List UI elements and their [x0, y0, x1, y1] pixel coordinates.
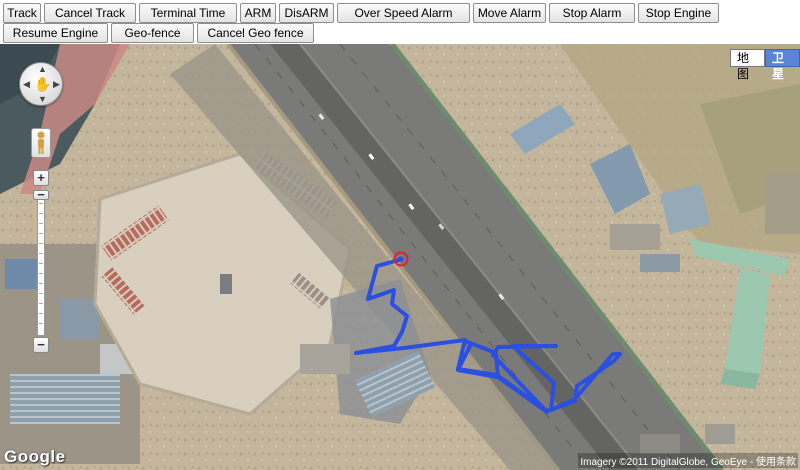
street-view-pegman-icon[interactable]	[31, 128, 51, 158]
track-button[interactable]: Track	[3, 3, 41, 23]
terminal-time-button[interactable]: Terminal Time	[139, 3, 237, 23]
map-type-map-button[interactable]: 地图	[730, 49, 765, 81]
pan-control[interactable]: ▲ ▼ ◀ ▶ ✋	[19, 62, 63, 106]
disarm-button[interactable]: DisARM	[279, 3, 334, 23]
command-toolbar: Track Cancel Track Terminal Time ARM Dis…	[0, 0, 800, 44]
move-alarm-button[interactable]: Move Alarm	[473, 3, 546, 23]
google-logo[interactable]: Google	[4, 447, 66, 467]
plus-icon: +	[37, 170, 45, 185]
geo-fence-button[interactable]: Geo-fence	[111, 23, 194, 43]
pan-up-icon[interactable]: ▲	[38, 65, 47, 74]
over-speed-alarm-button[interactable]: Over Speed Alarm	[337, 3, 470, 23]
stop-engine-button[interactable]: Stop Engine	[638, 3, 719, 23]
pan-right-icon[interactable]: ▶	[53, 80, 60, 89]
gps-track	[354, 251, 622, 414]
zoom-slider-track[interactable]	[37, 192, 45, 336]
imagery-attribution[interactable]: Imagery ©2011 DigitalGlobe, GeoEye - 使用条…	[578, 453, 798, 468]
stop-alarm-button[interactable]: Stop Alarm	[549, 3, 635, 23]
zoom-in-button[interactable]: +	[33, 170, 49, 186]
resume-engine-button[interactable]: Resume Engine	[3, 23, 108, 43]
hand-icon: ✋	[34, 76, 52, 92]
zoom-out-button[interactable]: −	[33, 337, 49, 353]
pan-down-icon[interactable]: ▼	[38, 95, 47, 104]
map-type-control: 地图 卫星	[730, 49, 800, 81]
arm-button[interactable]: ARM	[240, 3, 276, 23]
map-type-satellite-button[interactable]: 卫星	[765, 49, 800, 81]
cancel-track-button[interactable]: Cancel Track	[44, 3, 136, 23]
zoom-slider-top-handle[interactable]: −	[33, 188, 49, 201]
pan-left-icon[interactable]: ◀	[23, 80, 30, 89]
minus-icon: −	[37, 337, 45, 352]
cancel-geo-fence-button[interactable]: Cancel Geo fence	[197, 23, 314, 43]
satellite-map[interactable]: ▲ ▼ ◀ ▶ ✋ + − − 地图 卫星 Google Imagery ©20…	[0, 44, 800, 470]
